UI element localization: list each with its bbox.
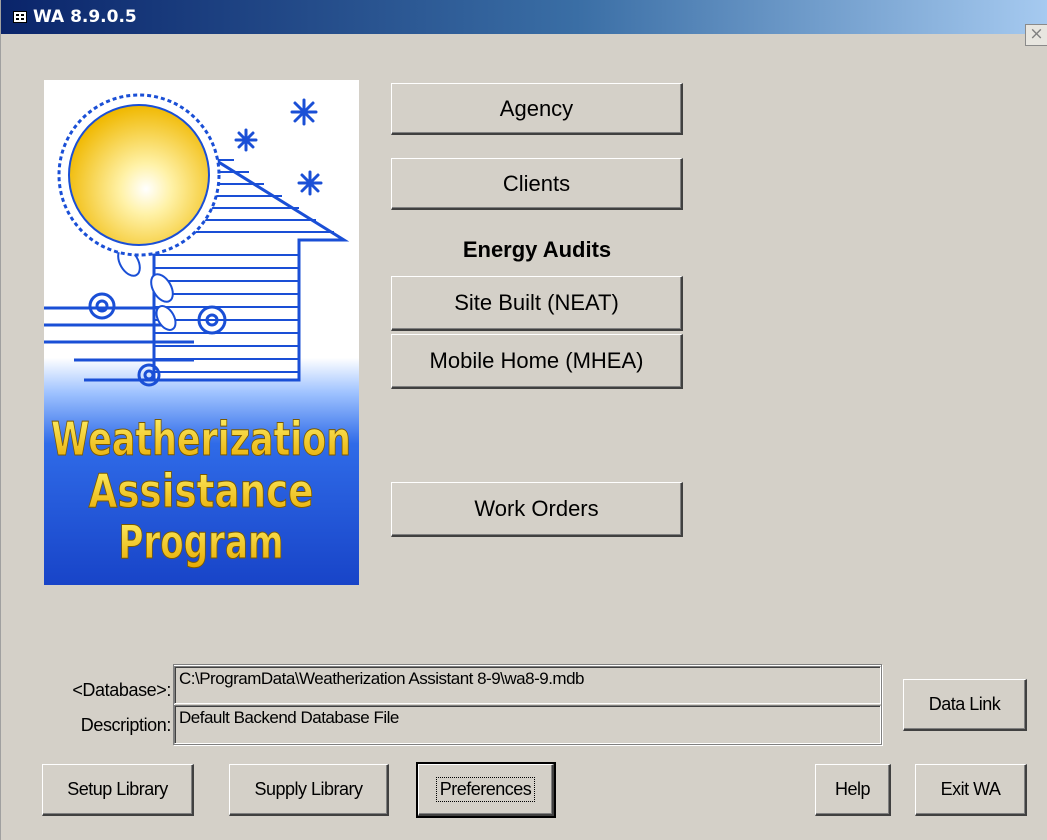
data-link-button[interactable]: Data Link [903, 679, 1027, 731]
logo-line-2: Assistance [89, 464, 314, 518]
description-label: Description: [80, 715, 172, 735]
setup-library-button[interactable]: Setup Library [42, 764, 194, 816]
preferences-label: Preferences [435, 777, 536, 802]
exit-wa-button[interactable]: Exit WA [915, 764, 1027, 816]
database-path-field[interactable]: C:\ProgramData\Weatherization Assistant … [174, 666, 881, 704]
sun-icon [57, 93, 221, 257]
help-button[interactable]: Help [815, 764, 891, 816]
site-built-neat-button[interactable]: Site Built (NEAT) [391, 276, 683, 331]
clients-button[interactable]: Clients [391, 158, 683, 210]
preferences-button[interactable]: Preferences [416, 762, 556, 818]
supply-library-button[interactable]: Supply Library [229, 764, 389, 816]
weatherization-logo: Weatherization Assistance Program [44, 80, 359, 585]
window-title: WA 8.9.0.5 [33, 7, 137, 27]
form-icon[interactable] [13, 11, 27, 23]
close-button[interactable]: × [1025, 24, 1047, 46]
title-bar[interactable]: WA 8.9.0.5 [1, 0, 1047, 34]
main-window: WA 8.9.0.5 × Weatherization Assistance P… [0, 0, 1047, 840]
energy-audits-heading: Energy Audits [462, 237, 612, 262]
logo-line-3: Program [119, 515, 284, 569]
agency-button[interactable]: Agency [391, 83, 683, 135]
logo-line-1: Weatherization [51, 412, 351, 466]
description-field[interactable]: Default Backend Database File [174, 705, 881, 744]
work-orders-button[interactable]: Work Orders [391, 482, 683, 537]
logo-graphic: Weatherization Assistance Program [44, 80, 359, 585]
mobile-home-mhea-button[interactable]: Mobile Home (MHEA) [391, 334, 683, 389]
database-label: <Database>: [72, 680, 171, 700]
close-icon: × [1029, 24, 1044, 44]
